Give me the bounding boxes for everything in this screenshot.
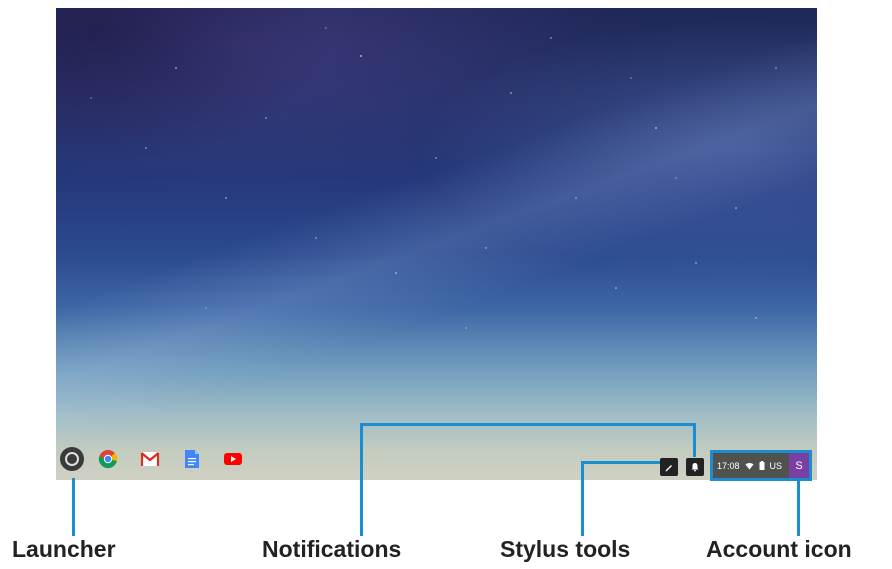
launcher-button[interactable] <box>60 447 84 471</box>
notifications-button[interactable] <box>686 458 704 476</box>
desktop-screen <box>56 8 817 480</box>
wallpaper-stars <box>90 27 777 329</box>
notifications-label: Notifications <box>262 536 402 562</box>
wifi-icon <box>745 462 754 469</box>
account-initial: S <box>795 459 803 472</box>
account-icon-label: Account icon <box>706 536 852 562</box>
youtube-icon <box>224 453 242 465</box>
stylus-callout-stem <box>581 461 584 536</box>
input-locale: US <box>769 460 783 471</box>
stylus-tools-button[interactable] <box>660 458 678 476</box>
stylus-tools-label: Stylus tools <box>500 536 631 562</box>
gmail-icon <box>140 452 160 466</box>
chrome-icon <box>98 450 118 469</box>
status-tray[interactable]: 17:08 US S <box>710 450 812 481</box>
bell-icon <box>691 463 699 472</box>
account-icon[interactable]: S <box>789 453 809 478</box>
notifications-callout-stem <box>360 423 363 536</box>
pen-icon <box>665 465 672 472</box>
chrome-app[interactable] <box>96 447 120 471</box>
account-callout-line <box>797 480 800 536</box>
gmail-app[interactable] <box>138 447 162 471</box>
youtube-app[interactable] <box>221 447 245 471</box>
battery-icon <box>759 461 765 470</box>
launcher-icon <box>65 452 79 466</box>
notifications-callout-top <box>360 423 696 426</box>
docs-icon <box>185 450 199 468</box>
launcher-callout-line <box>72 478 75 536</box>
clock-time: 17:08 <box>717 460 740 471</box>
docs-app[interactable] <box>180 447 204 471</box>
launcher-label: Launcher <box>12 536 116 562</box>
stylus-callout-top <box>581 461 660 464</box>
notifications-callout-drop <box>693 423 696 457</box>
